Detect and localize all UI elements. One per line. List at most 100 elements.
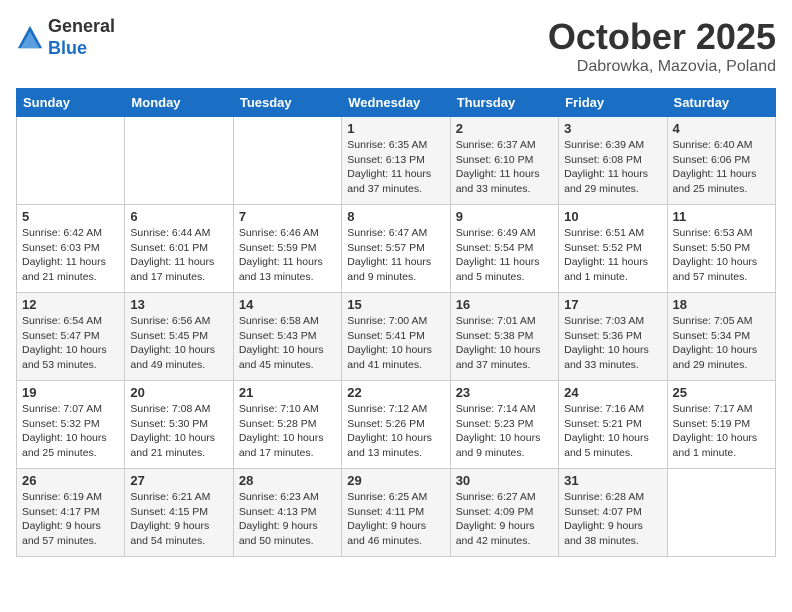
title-block: October 2025 Dabrowka, Mazovia, Poland (548, 16, 776, 76)
calendar-cell: 12 Sunrise: 6:54 AM Sunset: 5:47 PM Dayli… (17, 293, 125, 381)
weekday-header-row: SundayMondayTuesdayWednesdayThursdayFrid… (17, 89, 776, 117)
day-info: Sunrise: 6:27 AM Sunset: 4:09 PM Dayligh… (456, 490, 553, 549)
day-number: 10 (564, 209, 661, 224)
calendar-cell: 19 Sunrise: 7:07 AM Sunset: 5:32 PM Dayli… (17, 381, 125, 469)
day-number: 13 (130, 297, 227, 312)
calendar-cell: 14 Sunrise: 6:58 AM Sunset: 5:43 PM Dayli… (233, 293, 341, 381)
day-number: 19 (22, 385, 119, 400)
day-info: Sunrise: 7:17 AM Sunset: 5:19 PM Dayligh… (673, 402, 770, 461)
day-number: 4 (673, 121, 770, 136)
calendar-cell: 15 Sunrise: 7:00 AM Sunset: 5:41 PM Dayli… (342, 293, 450, 381)
day-number: 15 (347, 297, 444, 312)
weekday-header-monday: Monday (125, 89, 233, 117)
day-number: 2 (456, 121, 553, 136)
weekday-header-wednesday: Wednesday (342, 89, 450, 117)
day-info: Sunrise: 6:40 AM Sunset: 6:06 PM Dayligh… (673, 138, 770, 197)
day-info: Sunrise: 6:56 AM Sunset: 5:45 PM Dayligh… (130, 314, 227, 373)
calendar-cell: 1 Sunrise: 6:35 AM Sunset: 6:13 PM Daylig… (342, 117, 450, 205)
day-number: 18 (673, 297, 770, 312)
day-info: Sunrise: 7:05 AM Sunset: 5:34 PM Dayligh… (673, 314, 770, 373)
calendar-cell: 25 Sunrise: 7:17 AM Sunset: 5:19 PM Dayli… (667, 381, 775, 469)
calendar-cell (667, 469, 775, 557)
day-info: Sunrise: 6:54 AM Sunset: 5:47 PM Dayligh… (22, 314, 119, 373)
day-number: 27 (130, 473, 227, 488)
day-info: Sunrise: 6:39 AM Sunset: 6:08 PM Dayligh… (564, 138, 661, 197)
day-number: 21 (239, 385, 336, 400)
day-number: 12 (22, 297, 119, 312)
day-info: Sunrise: 7:12 AM Sunset: 5:26 PM Dayligh… (347, 402, 444, 461)
calendar-week-4: 19 Sunrise: 7:07 AM Sunset: 5:32 PM Dayli… (17, 381, 776, 469)
calendar-cell: 22 Sunrise: 7:12 AM Sunset: 5:26 PM Dayli… (342, 381, 450, 469)
calendar-cell (233, 117, 341, 205)
calendar-table: SundayMondayTuesdayWednesdayThursdayFrid… (16, 88, 776, 557)
calendar-cell: 5 Sunrise: 6:42 AM Sunset: 6:03 PM Daylig… (17, 205, 125, 293)
day-number: 3 (564, 121, 661, 136)
weekday-header-friday: Friday (559, 89, 667, 117)
calendar-week-1: 1 Sunrise: 6:35 AM Sunset: 6:13 PM Daylig… (17, 117, 776, 205)
calendar-cell: 24 Sunrise: 7:16 AM Sunset: 5:21 PM Dayli… (559, 381, 667, 469)
day-number: 26 (22, 473, 119, 488)
calendar-cell: 16 Sunrise: 7:01 AM Sunset: 5:38 PM Dayli… (450, 293, 558, 381)
weekday-header-tuesday: Tuesday (233, 89, 341, 117)
day-info: Sunrise: 6:44 AM Sunset: 6:01 PM Dayligh… (130, 226, 227, 285)
day-info: Sunrise: 7:07 AM Sunset: 5:32 PM Dayligh… (22, 402, 119, 461)
day-info: Sunrise: 6:47 AM Sunset: 5:57 PM Dayligh… (347, 226, 444, 285)
calendar-cell: 20Sunrise: 7:08 AM Sunset: 5:30 PM Dayli… (125, 381, 233, 469)
day-number: 16 (456, 297, 553, 312)
calendar-cell: 27Sunrise: 6:21 AM Sunset: 4:15 PM Dayli… (125, 469, 233, 557)
day-number: 11 (673, 209, 770, 224)
day-number: 17 (564, 297, 661, 312)
day-info: Sunrise: 7:01 AM Sunset: 5:38 PM Dayligh… (456, 314, 553, 373)
day-info: Sunrise: 6:35 AM Sunset: 6:13 PM Dayligh… (347, 138, 444, 197)
day-info: Sunrise: 6:28 AM Sunset: 4:07 PM Dayligh… (564, 490, 661, 549)
day-info: Sunrise: 7:10 AM Sunset: 5:28 PM Dayligh… (239, 402, 336, 461)
calendar-cell: 26 Sunrise: 6:19 AM Sunset: 4:17 PM Dayli… (17, 469, 125, 557)
weekday-header-thursday: Thursday (450, 89, 558, 117)
day-number: 29 (347, 473, 444, 488)
day-number: 14 (239, 297, 336, 312)
calendar-cell: 3 Sunrise: 6:39 AM Sunset: 6:08 PM Daylig… (559, 117, 667, 205)
day-number: 22 (347, 385, 444, 400)
day-number: 24 (564, 385, 661, 400)
calendar-cell: 13 Sunrise: 6:56 AM Sunset: 5:45 PM Dayli… (125, 293, 233, 381)
day-number: 20 (130, 385, 227, 400)
logo-icon (16, 24, 44, 52)
day-number: 25 (673, 385, 770, 400)
logo: General Blue (16, 16, 115, 59)
day-info: Sunrise: 6:49 AM Sunset: 5:54 PM Dayligh… (456, 226, 553, 285)
weekday-header-saturday: Saturday (667, 89, 775, 117)
day-info: Sunrise: 6:23 AM Sunset: 4:13 PM Dayligh… (239, 490, 336, 549)
day-info: Sunrise: 6:51 AM Sunset: 5:52 PM Dayligh… (564, 226, 661, 285)
page-header: General Blue October 2025 Dabrowka, Mazo… (16, 16, 776, 76)
day-info: Sunrise: 6:58 AM Sunset: 5:43 PM Dayligh… (239, 314, 336, 373)
day-info: Sunrise: 6:46 AM Sunset: 5:59 PM Dayligh… (239, 226, 336, 285)
day-number: 1 (347, 121, 444, 136)
calendar-week-2: 5 Sunrise: 6:42 AM Sunset: 6:03 PM Daylig… (17, 205, 776, 293)
day-info: Sunrise: 6:42 AM Sunset: 6:03 PM Dayligh… (22, 226, 119, 285)
day-info: Sunrise: 7:14 AM Sunset: 5:23 PM Dayligh… (456, 402, 553, 461)
day-info: Sunrise: 6:19 AM Sunset: 4:17 PM Dayligh… (22, 490, 119, 549)
day-number: 9 (456, 209, 553, 224)
calendar-cell: 21 Sunrise: 7:10 AM Sunset: 5:28 PM Dayli… (233, 381, 341, 469)
day-number: 5 (22, 209, 119, 224)
calendar-cell: 29 Sunrise: 6:25 AM Sunset: 4:11 PM Dayli… (342, 469, 450, 557)
calendar-cell: 9 Sunrise: 6:49 AM Sunset: 5:54 PM Daylig… (450, 205, 558, 293)
day-number: 28 (239, 473, 336, 488)
calendar-cell: 2 Sunrise: 6:37 AM Sunset: 6:10 PM Daylig… (450, 117, 558, 205)
logo-blue: Blue (48, 38, 87, 58)
day-number: 31 (564, 473, 661, 488)
calendar-cell: 23Sunrise: 7:14 AM Sunset: 5:23 PM Dayli… (450, 381, 558, 469)
day-info: Sunrise: 6:25 AM Sunset: 4:11 PM Dayligh… (347, 490, 444, 549)
day-info: Sunrise: 6:37 AM Sunset: 6:10 PM Dayligh… (456, 138, 553, 197)
calendar-cell (125, 117, 233, 205)
day-info: Sunrise: 7:00 AM Sunset: 5:41 PM Dayligh… (347, 314, 444, 373)
day-number: 7 (239, 209, 336, 224)
calendar-cell: 8 Sunrise: 6:47 AM Sunset: 5:57 PM Daylig… (342, 205, 450, 293)
logo-general: General (48, 16, 115, 36)
day-info: Sunrise: 6:53 AM Sunset: 5:50 PM Dayligh… (673, 226, 770, 285)
calendar-cell: 28 Sunrise: 6:23 AM Sunset: 4:13 PM Dayli… (233, 469, 341, 557)
day-number: 6 (130, 209, 227, 224)
calendar-cell: 6 Sunrise: 6:44 AM Sunset: 6:01 PM Daylig… (125, 205, 233, 293)
day-info: Sunrise: 7:16 AM Sunset: 5:21 PM Dayligh… (564, 402, 661, 461)
day-number: 8 (347, 209, 444, 224)
